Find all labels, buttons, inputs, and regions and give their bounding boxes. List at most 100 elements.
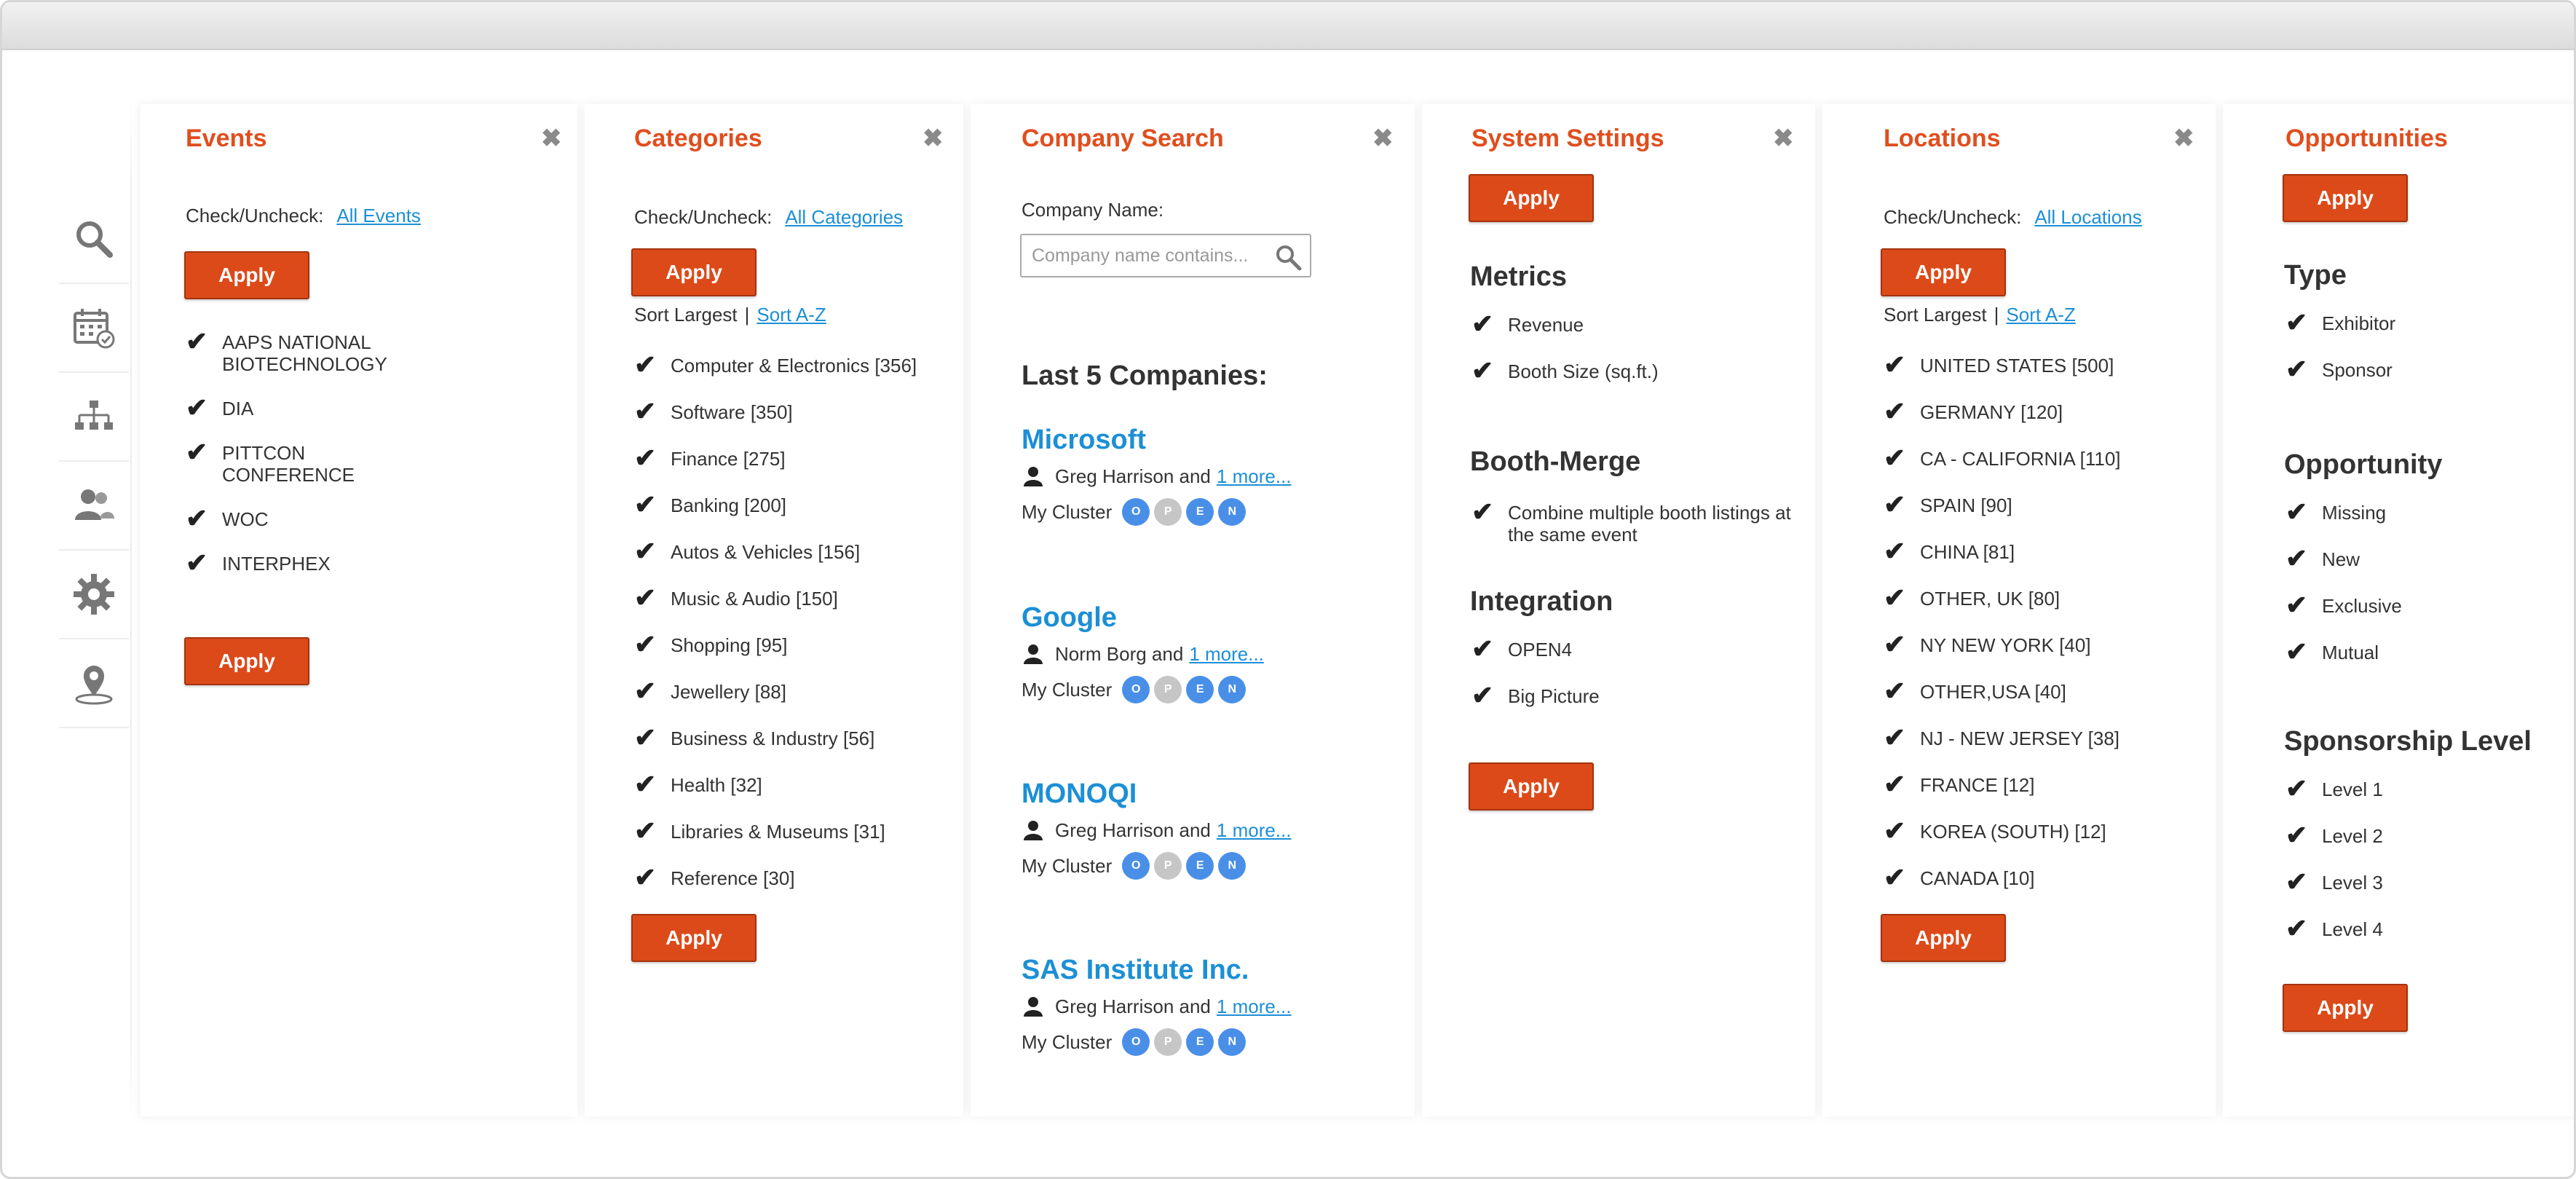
close-icon[interactable]: ✖ bbox=[922, 126, 944, 151]
checkbox-item[interactable]: ✔ Computer & Electronics [356] bbox=[634, 352, 955, 378]
cluster-badge[interactable]: N bbox=[1218, 498, 1246, 526]
cluster-badge[interactable]: O bbox=[1122, 1028, 1150, 1056]
cluster-badge[interactable]: O bbox=[1122, 852, 1150, 880]
checkmark-icon[interactable]: ✔ bbox=[634, 445, 656, 471]
rail-categories[interactable] bbox=[59, 373, 129, 462]
rail-users[interactable] bbox=[59, 462, 129, 551]
checkbox-item[interactable]: ✔ OPEN4 bbox=[1471, 636, 1792, 662]
checkmark-icon[interactable]: ✔ bbox=[1884, 818, 1905, 844]
more-contacts-link[interactable]: 1 more... bbox=[1217, 995, 1292, 1018]
checkbox-item[interactable]: ✔ CHINA [81] bbox=[1884, 538, 2204, 564]
checkmark-icon[interactable]: ✔ bbox=[186, 550, 208, 576]
all-locations-link[interactable]: All Locations bbox=[2034, 206, 2141, 228]
rail-events[interactable] bbox=[59, 284, 129, 373]
checkmark-icon[interactable]: ✔ bbox=[1884, 864, 1905, 891]
checkmark-icon[interactable]: ✔ bbox=[1884, 678, 1905, 704]
cluster-badge[interactable]: O bbox=[1122, 676, 1150, 703]
checkmark-icon[interactable]: ✔ bbox=[1471, 311, 1493, 337]
close-icon[interactable]: ✖ bbox=[1773, 126, 1794, 151]
checkmark-icon[interactable]: ✔ bbox=[2285, 776, 2307, 802]
checkmark-icon[interactable]: ✔ bbox=[186, 328, 208, 355]
checkbox-item[interactable]: ✔ Exhibitor bbox=[2285, 309, 2562, 336]
checkbox-item[interactable]: ✔ UNITED STATES [500] bbox=[1884, 352, 2204, 378]
checkmark-icon[interactable]: ✔ bbox=[1884, 445, 1905, 471]
cluster-badge[interactable]: P bbox=[1154, 852, 1182, 880]
checkmark-icon[interactable]: ✔ bbox=[2285, 356, 2307, 382]
checkmark-icon[interactable]: ✔ bbox=[634, 771, 656, 797]
company-name-link[interactable]: Microsoft bbox=[1022, 425, 1291, 456]
checkmark-icon[interactable]: ✔ bbox=[2285, 822, 2307, 848]
system-settings-apply-bottom-button[interactable]: Apply bbox=[1469, 762, 1594, 811]
checkbox-item[interactable]: ✔ Business & Industry [56] bbox=[634, 725, 955, 751]
checkmark-icon[interactable]: ✔ bbox=[634, 538, 656, 564]
checkbox-item[interactable]: ✔ KOREA (SOUTH) [12] bbox=[1884, 818, 2204, 844]
rail-locations[interactable] bbox=[59, 639, 129, 728]
checkmark-icon[interactable]: ✔ bbox=[1884, 585, 1905, 611]
checkmark-icon[interactable]: ✔ bbox=[186, 505, 208, 532]
checkmark-icon[interactable]: ✔ bbox=[186, 395, 208, 421]
checkbox-item[interactable]: ✔ PITTCON CONFERENCE bbox=[186, 439, 404, 486]
cluster-badge[interactable]: N bbox=[1218, 1028, 1246, 1056]
checkmark-icon[interactable]: ✔ bbox=[634, 864, 656, 891]
events-apply-top-button[interactable]: Apply bbox=[184, 251, 309, 299]
checkbox-item[interactable]: ✔ CANADA [10] bbox=[1884, 864, 2204, 891]
sort-az-link[interactable]: Sort A-Z bbox=[2006, 304, 2075, 326]
locations-apply-bottom-button[interactable]: Apply bbox=[1881, 914, 2006, 962]
checkmark-icon[interactable]: ✔ bbox=[634, 352, 656, 378]
checkmark-icon[interactable]: ✔ bbox=[1884, 398, 1905, 425]
checkmark-icon[interactable]: ✔ bbox=[2285, 592, 2307, 618]
checkmark-icon[interactable]: ✔ bbox=[186, 439, 208, 465]
rail-settings[interactable] bbox=[59, 551, 129, 639]
search-icon[interactable] bbox=[1273, 242, 1303, 272]
checkmark-icon[interactable]: ✔ bbox=[1884, 538, 1905, 564]
checkmark-icon[interactable]: ✔ bbox=[634, 585, 656, 611]
checkmark-icon[interactable]: ✔ bbox=[634, 631, 656, 658]
checkbox-item[interactable]: ✔ Level 2 bbox=[2285, 822, 2562, 848]
cluster-badge[interactable]: E bbox=[1186, 852, 1214, 880]
cluster-badge[interactable]: O bbox=[1122, 498, 1150, 526]
all-categories-link[interactable]: All Categories bbox=[785, 206, 903, 228]
checkbox-item[interactable]: ✔ WOC bbox=[186, 505, 404, 532]
checkmark-icon[interactable]: ✔ bbox=[2285, 869, 2307, 895]
locations-apply-top-button[interactable]: Apply bbox=[1881, 248, 2006, 296]
checkbox-item[interactable]: ✔ Sponsor bbox=[2285, 356, 2562, 382]
checkmark-icon[interactable]: ✔ bbox=[1884, 771, 1905, 797]
checkmark-icon[interactable]: ✔ bbox=[1884, 725, 1905, 751]
checkbox-item[interactable]: ✔ FRANCE [12] bbox=[1884, 771, 2204, 797]
checkmark-icon[interactable]: ✔ bbox=[634, 492, 656, 518]
cluster-badge[interactable]: E bbox=[1186, 1028, 1214, 1056]
cluster-badge[interactable]: P bbox=[1154, 1028, 1182, 1056]
sort-az-link[interactable]: Sort A-Z bbox=[756, 304, 826, 326]
checkbox-item[interactable]: ✔ Software [350] bbox=[634, 398, 955, 425]
checkbox-item[interactable]: ✔ Finance [275] bbox=[634, 445, 955, 471]
checkmark-icon[interactable]: ✔ bbox=[2285, 639, 2307, 665]
checkmark-icon[interactable]: ✔ bbox=[1471, 499, 1493, 525]
checkbox-item[interactable]: ✔ AAPS NATIONAL BIOTECHNOLOGY bbox=[186, 328, 387, 376]
checkbox-item[interactable]: ✔ Reference [30] bbox=[634, 864, 955, 891]
checkmark-icon[interactable]: ✔ bbox=[634, 818, 656, 844]
cluster-badge[interactable]: N bbox=[1218, 676, 1246, 703]
checkbox-item[interactable]: ✔ Revenue bbox=[1471, 311, 1792, 337]
more-contacts-link[interactable]: 1 more... bbox=[1189, 643, 1264, 666]
checkmark-icon[interactable]: ✔ bbox=[2285, 499, 2307, 525]
checkbox-item[interactable]: ✔ Jewellery [88] bbox=[634, 678, 955, 704]
checkbox-item[interactable]: ✔ OTHER,USA [40] bbox=[1884, 678, 2204, 704]
company-name-link[interactable]: Google bbox=[1022, 602, 1264, 634]
cluster-badge[interactable]: P bbox=[1154, 498, 1182, 526]
company-name-link[interactable]: SAS Institute Inc. bbox=[1022, 955, 1291, 986]
checkbox-item[interactable]: ✔ Level 3 bbox=[2285, 869, 2562, 895]
close-icon[interactable]: ✖ bbox=[2173, 126, 2194, 151]
checkbox-item[interactable]: ✔ DIA bbox=[186, 395, 404, 421]
checkbox-item[interactable]: ✔ OTHER, UK [80] bbox=[1884, 585, 2204, 611]
checkbox-item[interactable]: ✔ NJ - NEW JERSEY [38] bbox=[1884, 725, 2204, 751]
checkmark-icon[interactable]: ✔ bbox=[2285, 915, 2307, 942]
checkmark-icon[interactable]: ✔ bbox=[634, 678, 656, 704]
checkbox-item[interactable]: ✔ Level 1 bbox=[2285, 776, 2562, 802]
checkmark-icon[interactable]: ✔ bbox=[1471, 636, 1493, 662]
checkbox-item[interactable]: ✔ Mutual bbox=[2285, 639, 2562, 665]
checkbox-item[interactable]: ✔ Shopping [95] bbox=[634, 631, 955, 658]
checkbox-item[interactable]: ✔ Exclusive bbox=[2285, 592, 2562, 618]
checkmark-icon[interactable]: ✔ bbox=[634, 725, 656, 751]
cluster-badge[interactable]: P bbox=[1154, 676, 1182, 703]
checkbox-item[interactable]: ✔ Libraries & Museums [31] bbox=[634, 818, 955, 844]
